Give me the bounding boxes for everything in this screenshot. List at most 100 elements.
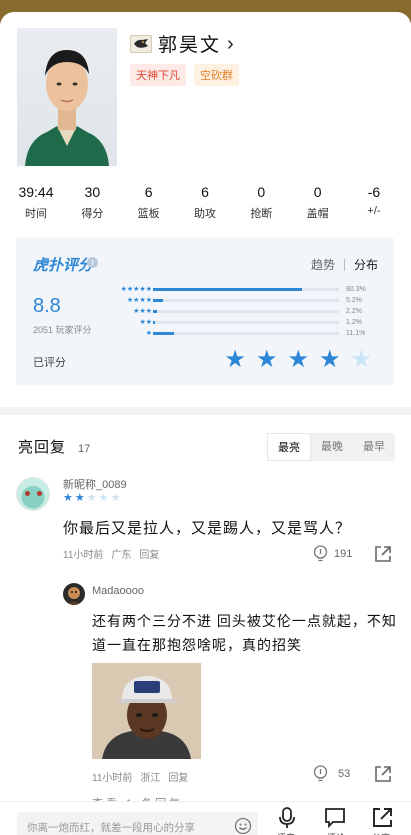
comment-input[interactable]: 你离一炮而红，就差一段用心的分享 (17, 812, 258, 835)
stat-assists: 6 助攻 (179, 184, 231, 221)
reply-meta: 11小时前 浙江 回复 (92, 769, 188, 784)
lightbulb-icon (313, 765, 328, 782)
star-icon: ★ (110, 492, 121, 504)
player-name[interactable]: 郭昊文 (158, 30, 221, 57)
like-count: 191 (334, 547, 353, 560)
avatar[interactable] (16, 477, 50, 511)
sort-tab-earliest[interactable]: 最早 (353, 433, 395, 461)
stat-line: 39:44 时间 30 得分 6 篮板 6 助攻 0 抢断 0 盖帽 -6 +/… (10, 184, 400, 221)
stat-label: 时间 (25, 208, 47, 220)
reply-image[interactable] (92, 663, 201, 759)
comments-title: 亮回复 (18, 439, 67, 456)
like-button[interactable]: 191 (313, 545, 352, 562)
rating-view-toggle: 趋势 分布 (311, 256, 378, 273)
chevron-right-icon[interactable]: › (227, 34, 234, 54)
comment-username[interactable]: 新昵称_0089 (63, 476, 127, 492)
stat-steals: 0 抢断 (235, 184, 287, 221)
stat-rebounds: 6 篮板 (123, 184, 175, 221)
comment-meta: 11小时前 广东 回复 (63, 546, 159, 561)
stat-value: 39:44 (18, 184, 54, 200)
distribution-bar (153, 332, 174, 335)
like-button[interactable]: 53 (313, 765, 350, 782)
distribution-track (153, 288, 339, 291)
stat-value: -6 (367, 184, 381, 200)
tag-badge: 天神下凡 (130, 64, 186, 86)
star-icon[interactable]: ★ (287, 348, 309, 372)
reply-text[interactable]: 还有两个三分不进 回头被艾伦一点就起，不知道一直在那抱怨啥呢，真的招笑 (92, 609, 398, 657)
star-icon[interactable]: ★ (256, 348, 278, 372)
comment-time: 11小时前 (63, 550, 104, 561)
toggle-trend[interactable]: 趋势 (311, 256, 335, 273)
star-icon: ★ (63, 492, 73, 504)
star-icon[interactable]: ★ (224, 348, 246, 372)
distribution-track (153, 321, 339, 324)
like-count: 53 (338, 767, 351, 780)
stat-label: 篮板 (137, 208, 160, 220)
star-icon: ★ (86, 492, 97, 504)
comment-label: 评论 (327, 831, 345, 835)
distribution-row: ★★★★ 5.2% (102, 295, 380, 306)
star-icon[interactable]: ★ (350, 348, 372, 372)
distribution-stars: ★★★★★ (120, 286, 152, 293)
stat-points: 30 得分 (66, 184, 118, 221)
info-icon[interactable]: i (87, 257, 98, 268)
star-icon: ★ (98, 492, 109, 504)
player-name-row[interactable]: 郭昊文 › (130, 30, 234, 57)
distribution-row: ★★★★★ 80.3% (102, 284, 380, 295)
reply-button[interactable]: 回复 (139, 546, 159, 561)
team-logo-icon (130, 34, 152, 53)
user-rating-stars[interactable]: ★ ★ ★ ★ ★ (224, 348, 372, 372)
distribution-stars: ★★ (139, 319, 152, 326)
reply-button[interactable]: 回复 (168, 769, 188, 784)
toggle-distribution[interactable]: 分布 (354, 256, 378, 273)
share-icon[interactable] (372, 807, 393, 833)
rating-score: 8.8 (33, 295, 61, 317)
avatar[interactable] (63, 583, 85, 605)
distribution-bar (153, 299, 163, 302)
comment-icon[interactable] (324, 807, 346, 834)
stat-value: 6 (201, 184, 209, 200)
stat-label: 得分 (81, 208, 104, 220)
stat-label: +/- (367, 205, 381, 217)
rating-panel: 虎扑评分 i 趋势 分布 8.8 2051 玩家评分 ★★★★★ 80.3% ★★★… (16, 237, 394, 385)
sort-tab-hottest[interactable]: 最亮 (267, 433, 311, 461)
distribution-track (153, 332, 339, 335)
stat-label: 助攻 (193, 208, 216, 220)
distribution-stars: ★★★ (133, 308, 152, 315)
share-icon[interactable] (374, 545, 392, 568)
rating-brand-logo: 虎扑评分 (33, 257, 94, 274)
emoji-icon[interactable] (234, 817, 252, 835)
comments-count: 17 (78, 443, 91, 455)
comment-text[interactable]: 你最后又是拉人，又是踢人，又是骂人？ (63, 517, 351, 538)
distribution-percent: 11.1% (346, 330, 366, 337)
toggle-divider (343, 258, 345, 271)
distribution-bar (153, 288, 303, 291)
distribution-percent: 80.3% (346, 286, 366, 293)
distribution-stars: ★ (145, 330, 152, 337)
distribution-stars: ★★★★ (126, 297, 152, 304)
reply-username[interactable]: Madaoooo (92, 585, 144, 597)
avatar-eye (37, 491, 42, 496)
distribution-percent: 5.2% (346, 297, 362, 304)
comment-location: 广东 (111, 550, 132, 561)
player-photo (17, 28, 117, 166)
comments-header: 亮回复 17 (18, 436, 90, 457)
share-icon[interactable] (374, 765, 392, 788)
star-icon[interactable]: ★ (319, 348, 341, 372)
avatar-eye (25, 491, 30, 496)
rating-count: 2051 玩家评分 (33, 325, 92, 335)
distribution-track (153, 299, 339, 302)
distribution-percent: 1.2% (346, 319, 362, 326)
stat-value: 0 (257, 184, 266, 200)
stat-value: 6 (144, 184, 153, 200)
bottom-bar: 你离一炮而红，就差一段用心的分享 语音 评论 分享 (0, 801, 411, 835)
sort-tab-latest[interactable]: 最晚 (311, 433, 353, 461)
reply-location: 浙江 (140, 773, 161, 784)
microphone-icon[interactable] (277, 807, 297, 834)
voice-label: 语音 (277, 831, 295, 835)
stat-blocks: 0 盖帽 (292, 184, 344, 221)
distribution-bar (153, 310, 158, 313)
sort-tabs: 最亮 最晚 最早 (267, 433, 395, 461)
tag-badge: 空砍群 (194, 64, 239, 86)
rated-label: 已评分 (33, 357, 66, 369)
